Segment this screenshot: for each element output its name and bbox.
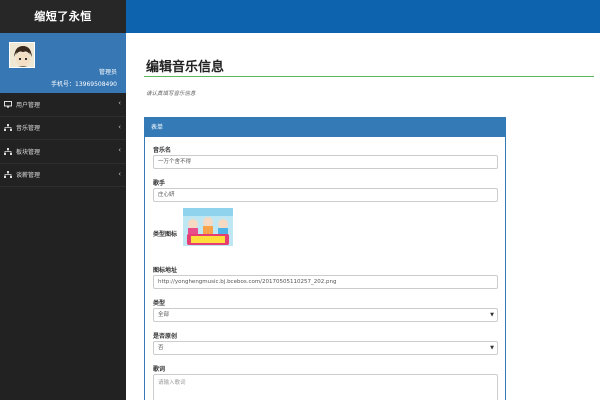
sidebar: 缩短了永恒 管理员 手机号：13969508490 用户管理 ‹ 音乐管理 ‹ [0, 0, 126, 400]
cover-image [183, 208, 233, 253]
original-select[interactable]: 否 ▼ [153, 341, 498, 355]
profile-card: 管理员 手机号：13969508490 [0, 33, 126, 93]
sidebar-item-users[interactable]: 用户管理 ‹ [0, 93, 126, 117]
singer-label: 歌手 [153, 180, 166, 187]
form-panel: 表单 音乐名 一万个舍不得 歌手 庄心妍 类型图标 图标地址 http://yo… [144, 117, 506, 400]
original-select-value: 否 [158, 345, 164, 351]
lyrics-label: 歌词 [153, 366, 166, 373]
sitemap-icon [4, 171, 12, 179]
type-select-value: 全部 [158, 312, 170, 318]
panel-heading: 表单 [145, 118, 505, 137]
sitemap-icon [4, 147, 12, 155]
chevron-left-icon: ‹ [118, 169, 121, 178]
type-label: 类型 [153, 300, 166, 307]
sidebar-item-label: 音乐管理 [16, 125, 41, 133]
main-content: 编辑音乐信息 请认真填写音乐信息 表单 音乐名 一万个舍不得 歌手 庄心妍 类型… [126, 33, 600, 400]
lyrics-textarea[interactable]: 请输入歌词 [153, 374, 498, 400]
sidebar-item-music[interactable]: 音乐管理 ‹ [0, 117, 126, 140]
original-label: 是否原创 [153, 333, 178, 340]
avatar[interactable] [9, 42, 35, 68]
sidebar-item-label: 用户管理 [16, 101, 41, 109]
cover-url-input[interactable]: http://yonghengmusic.bj.bcebos.com/20170… [153, 275, 498, 289]
singer-input[interactable]: 庄心妍 [153, 188, 498, 202]
top-navbar [126, 0, 600, 33]
page-subtitle: 请认真填写音乐信息 [146, 91, 196, 97]
music-name-label: 音乐名 [153, 147, 172, 154]
caret-down-icon: ▼ [490, 345, 494, 351]
cover-url-label: 图标地址 [153, 267, 178, 274]
caret-down-icon: ▼ [490, 312, 494, 318]
sitemap-icon [4, 124, 12, 132]
chevron-left-icon: ‹ [118, 146, 121, 154]
chevron-left-icon: ‹ [118, 99, 121, 107]
brand-title: 缩短了永恒 [0, 0, 126, 33]
profile-phone: 手机号：13969508490 [51, 81, 117, 88]
sidebar-item-salary[interactable]: 谈薪管理 ‹ [0, 164, 126, 187]
sidebar-item-label: 板块管理 [16, 148, 41, 156]
sidebar-item-label: 谈薪管理 [16, 172, 41, 180]
music-name-input[interactable]: 一万个舍不得 [153, 155, 498, 169]
page-title: 编辑音乐信息 [146, 60, 225, 75]
profile-role: 管理员 [98, 69, 117, 76]
sidebar-item-boards[interactable]: 板块管理 ‹ [0, 140, 126, 164]
cover-label: 类型图标 [153, 231, 178, 238]
monitor-icon [4, 100, 12, 108]
type-select[interactable]: 全部 ▼ [153, 308, 498, 322]
title-divider [144, 76, 594, 77]
chevron-left-icon: ‹ [118, 122, 121, 131]
